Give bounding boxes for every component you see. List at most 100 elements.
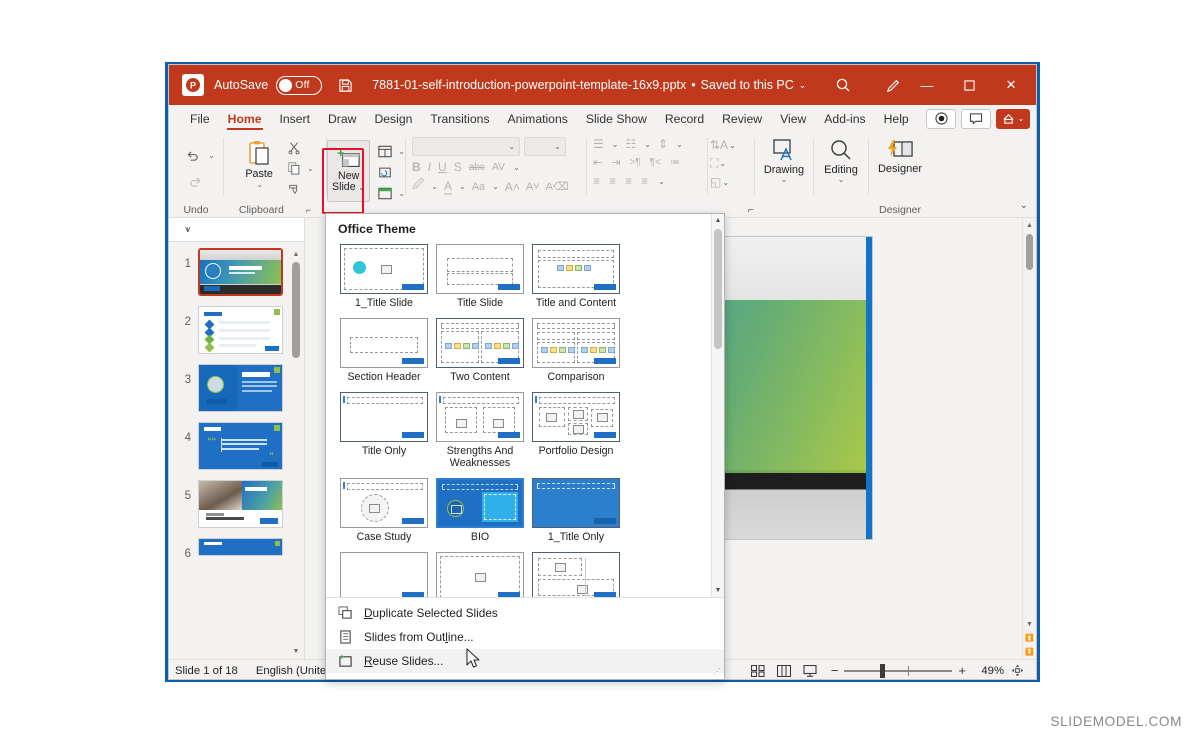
menu-item-slides-from-outline[interactable]: Slides from Outline... xyxy=(326,625,724,649)
normal-view-icon[interactable] xyxy=(745,662,771,680)
convert-to-smartart-icon[interactable]: ≔ xyxy=(670,157,680,168)
layout-cell[interactable]: Two Content xyxy=(432,318,528,383)
language-indicator[interactable]: English (Unite xyxy=(256,665,326,677)
align-center-icon[interactable]: ≡ xyxy=(609,174,616,188)
text-direction-icon[interactable]: >¶ xyxy=(629,157,640,168)
ribbon-collapse-caret-icon[interactable]: ⌄ xyxy=(1020,200,1028,211)
layout-thumb-1-title-only[interactable] xyxy=(532,478,620,528)
tab-file[interactable]: File xyxy=(181,105,219,132)
layout-cell[interactable]: Case Study xyxy=(336,478,432,543)
list-item[interactable]: 6 xyxy=(169,538,304,560)
resize-grip-icon[interactable]: ⋰ xyxy=(713,667,720,676)
clear-formatting-icon[interactable]: A⌫ xyxy=(546,180,569,193)
layout-thumb-title-and-content[interactable] xyxy=(532,244,620,294)
copy-caret-icon[interactable]: ⌄ xyxy=(307,164,314,173)
character-spacing-caret-icon[interactable]: ⌄ xyxy=(513,163,520,172)
tab-help[interactable]: Help xyxy=(875,105,918,132)
layout-thumb-section-header[interactable] xyxy=(340,318,428,368)
autosave-toggle[interactable]: Off xyxy=(276,76,322,95)
undo-icon[interactable] xyxy=(177,142,207,168)
previous-slide-icon[interactable]: ⏫ xyxy=(1023,631,1036,645)
layout-thumb-1-title-slide[interactable] xyxy=(340,244,428,294)
align-left-icon[interactable]: ≡ xyxy=(593,174,600,188)
designer-button[interactable]: Designer xyxy=(873,132,927,175)
tab-home[interactable]: Home xyxy=(219,105,271,132)
list-item[interactable]: 3 xyxy=(169,364,304,412)
layout-thumb-title-slide[interactable] xyxy=(436,244,524,294)
tab-record[interactable]: Record xyxy=(656,105,713,132)
layout-thumb-thank-you[interactable] xyxy=(436,552,524,597)
scroll-down-icon[interactable]: ▼ xyxy=(1023,617,1036,631)
menu-item-reuse-slides[interactable]: Reuse Slides... xyxy=(326,649,724,673)
scrollbar-thumb[interactable] xyxy=(292,262,300,358)
text-highlight-icon[interactable]: 🖉 xyxy=(412,177,424,196)
reading-view-icon[interactable] xyxy=(797,662,823,680)
columns-caret-icon[interactable]: ⌄ xyxy=(658,177,665,186)
scroll-up-icon[interactable]: ▲ xyxy=(712,214,724,227)
tab-add-ins[interactable]: Add-ins xyxy=(815,105,874,132)
increase-indent-icon[interactable]: ⇥ xyxy=(611,156,620,169)
cut-icon[interactable] xyxy=(282,138,306,158)
format-painter-icon[interactable] xyxy=(282,178,306,198)
justify-icon[interactable]: ≡ xyxy=(641,174,648,188)
align-right-icon[interactable]: ≡ xyxy=(625,174,632,188)
canvas-vertical-scrollbar[interactable]: ▲ ▼ ⏫ ⏬ xyxy=(1022,218,1036,659)
scrollbar-thumb[interactable] xyxy=(1026,234,1033,270)
arrange-icon[interactable]: ⇅A xyxy=(710,138,728,152)
collapse-pane-icon[interactable]: ⩛ xyxy=(185,224,191,235)
text-shadow-button[interactable]: S xyxy=(454,160,462,174)
dialog-launcher-icon[interactable]: ⌐ xyxy=(306,205,311,215)
slide-counter[interactable]: Slide 1 of 18 xyxy=(175,665,238,677)
layout-cell[interactable]: Section Header xyxy=(336,318,432,383)
maximize-button[interactable] xyxy=(948,65,990,105)
decrease-font-size-button[interactable]: A˅ xyxy=(526,181,540,193)
scroll-up-icon[interactable]: ▲ xyxy=(290,248,302,260)
line-spacing-icon[interactable]: ⇕ xyxy=(658,137,668,151)
layout-thumb-strengths-and-weaknesses[interactable] xyxy=(436,392,524,442)
scrollbar-thumb[interactable] xyxy=(714,229,722,349)
slide-thumbnail-1[interactable] xyxy=(198,248,283,296)
paste-button[interactable]: Paste ⌄ xyxy=(236,136,282,198)
layout-caret-icon[interactable]: ⌄ xyxy=(398,147,405,156)
strikethrough-button[interactable]: abc xyxy=(469,162,485,173)
layout-cell[interactable]: 1_Title Slide xyxy=(336,244,432,309)
save-icon[interactable] xyxy=(332,72,358,98)
scroll-down-icon[interactable]: ▼ xyxy=(290,645,302,657)
list-item[interactable]: 4 ““ ” xyxy=(169,422,304,470)
list-item[interactable]: 1 xyxy=(169,248,304,296)
new-slide-button[interactable]: New Slide ⌄ xyxy=(327,140,370,202)
layout-cell[interactable]: Comparison xyxy=(528,318,624,383)
section-caret-icon[interactable]: ⌄ xyxy=(398,189,405,198)
underline-button[interactable]: U xyxy=(438,160,447,174)
align-text-icon[interactable]: ¶< xyxy=(650,157,661,168)
redo-icon[interactable] xyxy=(181,168,211,194)
layout-cell[interactable]: Title and Content xyxy=(528,244,624,309)
reset-icon[interactable] xyxy=(373,162,397,182)
zoom-out-button[interactable]: − xyxy=(831,663,839,678)
tab-insert[interactable]: Insert xyxy=(271,105,319,132)
inking-pen-icon[interactable] xyxy=(880,72,906,98)
font-size-input[interactable]: ⌄ xyxy=(524,137,566,156)
layout-thumb-case-study[interactable] xyxy=(340,478,428,528)
zoom-slider[interactable]: − + xyxy=(831,663,966,678)
saved-status[interactable]: Saved to this PC xyxy=(701,78,794,92)
layout-cell[interactable]: BIO xyxy=(432,478,528,543)
chevron-down-icon[interactable]: ⌄ xyxy=(799,80,807,91)
search-icon[interactable] xyxy=(824,77,862,93)
shape-effects-icon[interactable]: ◱ xyxy=(710,175,721,189)
slide-sorter-icon[interactable] xyxy=(771,662,797,680)
character-spacing-button[interactable]: AV xyxy=(492,161,505,173)
list-item[interactable]: 5 xyxy=(169,480,304,528)
tab-draw[interactable]: Draw xyxy=(319,105,365,132)
document-title[interactable]: 7881-01-self-introduction-powerpoint-tem… xyxy=(372,78,686,92)
layout-thumb-two-content[interactable] xyxy=(436,318,524,368)
record-icon[interactable] xyxy=(926,109,956,129)
layout-cell[interactable]: Mission xyxy=(528,552,624,597)
layout-cell[interactable]: Strengths And Weaknesses xyxy=(432,392,528,469)
minimize-button[interactable]: — xyxy=(906,65,948,105)
tab-slide-show[interactable]: Slide Show xyxy=(577,105,656,132)
layout-thumb-portfolio-design[interactable] xyxy=(532,392,620,442)
italic-button[interactable]: I xyxy=(428,160,431,174)
thumbnail-collapse-row[interactable]: ⩛ xyxy=(169,218,304,242)
editing-button[interactable]: Editing ⌄ xyxy=(814,132,868,184)
